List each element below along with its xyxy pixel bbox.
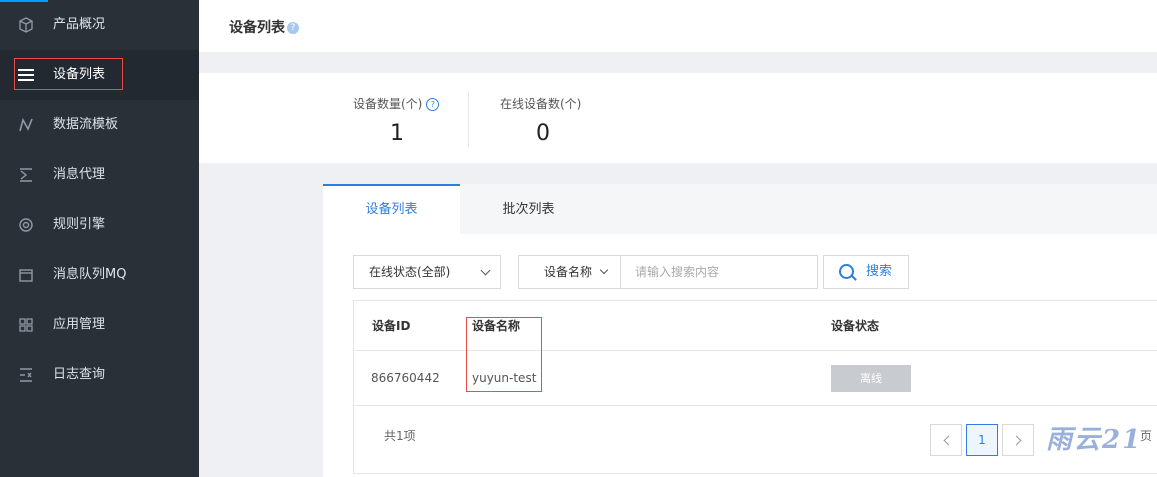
stats-panel: 设备数量(个)? 1 在线设备数(个) 0 [199,73,1157,163]
page-number-button[interactable]: 1 [966,424,998,456]
total-count: 共1项 [384,429,416,443]
device-count-value: 1 [390,121,404,146]
sidebar-item-message-proxy[interactable]: 消息代理 [0,150,199,200]
cell-device-id: 866760442 [371,371,440,385]
page-title: 设备列表? [229,17,299,37]
online-status-value: 在线状态(全部) [369,265,451,279]
highlight-frame [466,317,542,392]
chevron-right-icon [1011,435,1022,446]
column-header-device-status[interactable]: 设备状态 [831,301,879,351]
tab-device-list[interactable]: 设备列表 [323,184,460,234]
search-field-select[interactable]: 设备名称 [519,256,621,288]
sidebar-item-app-management[interactable]: 应用管理 [0,300,199,350]
sidebar-item-message-queue[interactable]: 消息队列MQ [0,250,199,300]
online-count-label: 在线设备数(个) [500,97,582,111]
log-icon [16,365,36,385]
device-count-label: 设备数量(个)? [353,95,440,112]
tab-bar: 设备列表 批次列表 [323,184,1157,234]
sidebar: 产品概况 设备列表 数据流模板 消息代理 规则引擎 消息队列MQ 应用管理 日志… [0,0,199,477]
grid-icon [16,315,36,335]
sidebar-item-label: 数据流模板 [53,117,119,132]
device-table: 设备ID 设备名称 设备状态 866760442 yuyun-test 离线 共… [353,300,1157,474]
sidebar-item-label: 产品概况 [53,17,106,32]
data-flow-icon [16,115,36,135]
cube-icon [16,15,36,35]
sidebar-item-device-list[interactable]: 设备列表 [0,50,199,100]
search-icon [839,264,854,279]
online-count-value: 0 [536,121,550,146]
next-page-button[interactable] [1002,424,1034,456]
help-icon[interactable]: ? [287,22,299,34]
sidebar-item-rule-engine[interactable]: 规则引擎 [0,200,199,250]
search-field-value: 设备名称 [544,265,593,279]
page-header: 设备列表? [199,0,1157,52]
sidebar-item-label: 规则引擎 [53,217,106,232]
status-badge: 离线 [831,365,911,392]
page-suffix: 页 [1140,429,1153,443]
search-input[interactable] [621,256,825,288]
sidebar-item-log-query[interactable]: 日志查询 [0,350,199,400]
prev-page-button[interactable] [930,424,962,456]
sidebar-item-label: 应用管理 [53,317,106,332]
sidebar-item-label: 消息代理 [53,167,106,182]
question-icon[interactable]: ? [426,98,440,111]
rule-engine-icon [16,215,36,235]
tab-batch-list[interactable]: 批次列表 [460,184,597,234]
stat-divider [468,91,469,147]
chevron-left-icon [943,435,954,446]
online-status-select[interactable]: 在线状态(全部) [353,255,501,289]
queue-icon [16,265,36,285]
search-button-label: 搜索 [866,264,893,279]
sidebar-item-data-flow-template[interactable]: 数据流模板 [0,100,199,150]
search-button[interactable]: 搜索 [823,255,909,289]
chevron-down-icon [599,265,609,275]
chevron-down-icon [480,265,491,276]
message-proxy-icon [16,165,36,185]
sidebar-item-label: 消息队列MQ [53,267,127,282]
row-divider [354,405,1157,406]
sidebar-item-product-overview[interactable]: 产品概况 [0,0,199,50]
device-panel: 设备列表 批次列表 在线状态(全部) 设备名称 搜索 设备ID 设备名称 设备状… [323,184,1157,477]
page-title-text: 设备列表 [229,20,285,36]
column-header-device-id[interactable]: 设备ID [372,301,410,351]
sidebar-item-label: 日志查询 [53,367,106,382]
watermark-logo: 雨云21 [1046,425,1143,455]
search-group: 设备名称 [518,255,825,289]
highlight-frame [14,58,123,90]
